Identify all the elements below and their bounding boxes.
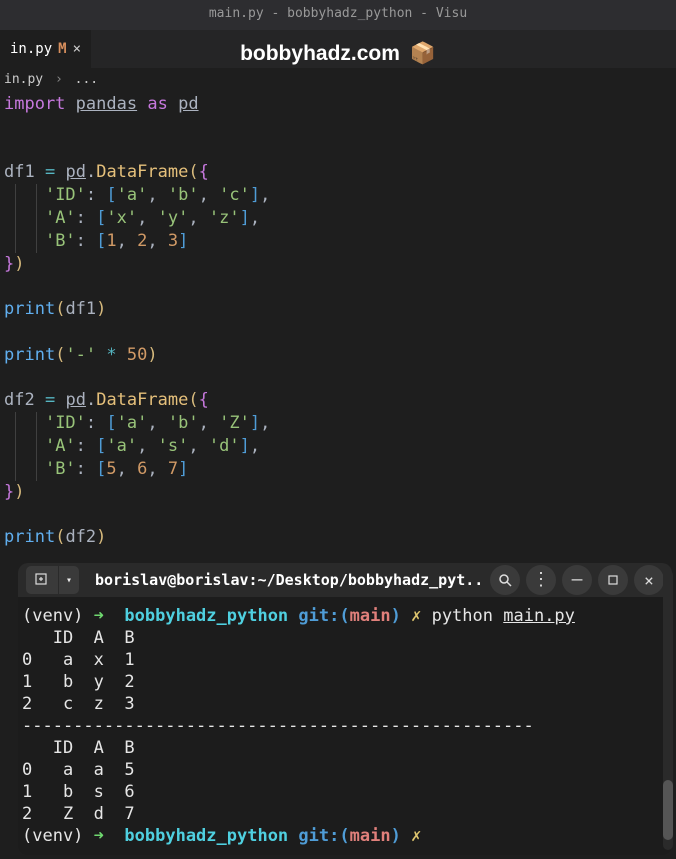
code-line: df2 = pd.DataFrame({ [4,389,672,412]
terminal-line: ID A B [22,627,668,649]
breadcrumb-file: in.py [4,72,43,87]
watermark: bobbyhadz.com 📦 [240,42,436,66]
code-line [4,321,672,344]
terminal-body[interactable]: (venv) ➜ bobbyhadz_python git:(main) ✗ p… [18,597,672,855]
terminal-line: 0 a x 1 [22,649,668,671]
code-line: print(df1) [4,298,672,321]
breadcrumb-dots: ... [75,72,98,87]
close-icon: × [644,571,654,590]
code-line: 'B': [1, 2, 3] [4,230,672,253]
terminal-line: 2 Z d 7 [22,803,668,825]
terminal-line: (venv) ➜ bobbyhadz_python git:(main) ✗ [22,825,668,847]
code-line: print('-' * 50) [4,344,672,367]
window-title-bar: main.py - bobbyhadz_python - Visu [0,0,676,30]
menu-button[interactable]: ⋮ [526,565,556,595]
terminal-title: borislav@borislav:~/Desktop/bobbyhadz_py… [85,571,484,589]
new-tab-icon [35,573,49,587]
terminal-line: 2 c z 3 [22,693,668,715]
code-line: 'A': ['a', 's', 'd'], [4,435,672,458]
code-editor[interactable]: import pandas as pd df1 = pd.DataFrame({… [0,91,676,569]
close-icon[interactable]: × [73,41,81,57]
code-line: 'ID': ['a', 'b', 'c'], [4,184,672,207]
terminal-line: 1 b y 2 [22,671,668,693]
terminal-panel: ▾ borislav@borislav:~/Desktop/bobbyhadz_… [18,563,672,855]
minimize-button[interactable]: ‒ [562,565,592,595]
scrollbar-thumb[interactable] [663,780,673,840]
code-line: df1 = pd.DataFrame({ [4,161,672,184]
tab-main[interactable]: in.py M × [0,30,91,68]
window-title: main.py - bobbyhadz_python - Visu [209,6,467,21]
code-line: }) [4,253,672,276]
scrollbar[interactable] [663,570,673,850]
code-line [4,116,672,139]
new-tab-button[interactable] [26,566,58,594]
dropdown-button[interactable]: ▾ [59,566,79,594]
code-line [4,275,672,298]
terminal-line: ----------------------------------------… [22,715,668,737]
terminal-line: 1 b s 6 [22,781,668,803]
chevron-down-icon: ▾ [66,575,72,586]
chevron-right-icon: › [55,72,63,87]
terminal-line: ID A B [22,737,668,759]
box-icon: 📦 [410,42,436,66]
code-line: 'A': ['x', 'y', 'z'], [4,207,672,230]
code-line [4,367,672,390]
code-line [4,139,672,162]
maximize-button[interactable] [598,565,628,595]
code-line [4,503,672,526]
modified-indicator: M [58,41,66,57]
terminal-header: ▾ borislav@borislav:~/Desktop/bobbyhadz_… [18,563,672,597]
tab-filename: in.py [10,41,52,57]
maximize-icon [608,575,618,585]
kebab-icon: ⋮ [532,571,550,589]
terminal-line: 0 a a 5 [22,759,668,781]
minimize-icon: ‒ [572,577,583,582]
code-line: }) [4,481,672,504]
code-line: 'B': [5, 6, 7] [4,458,672,481]
search-icon [498,573,512,587]
terminal-line: (venv) ➜ bobbyhadz_python git:(main) ✗ p… [22,605,668,627]
code-line: 'ID': ['a', 'b', 'Z'], [4,412,672,435]
breadcrumb[interactable]: in.py › ... [0,68,676,91]
search-button[interactable] [490,565,520,595]
code-line: import pandas as pd [4,93,672,116]
code-line: print(df2) [4,526,672,549]
close-button[interactable]: × [634,565,664,595]
